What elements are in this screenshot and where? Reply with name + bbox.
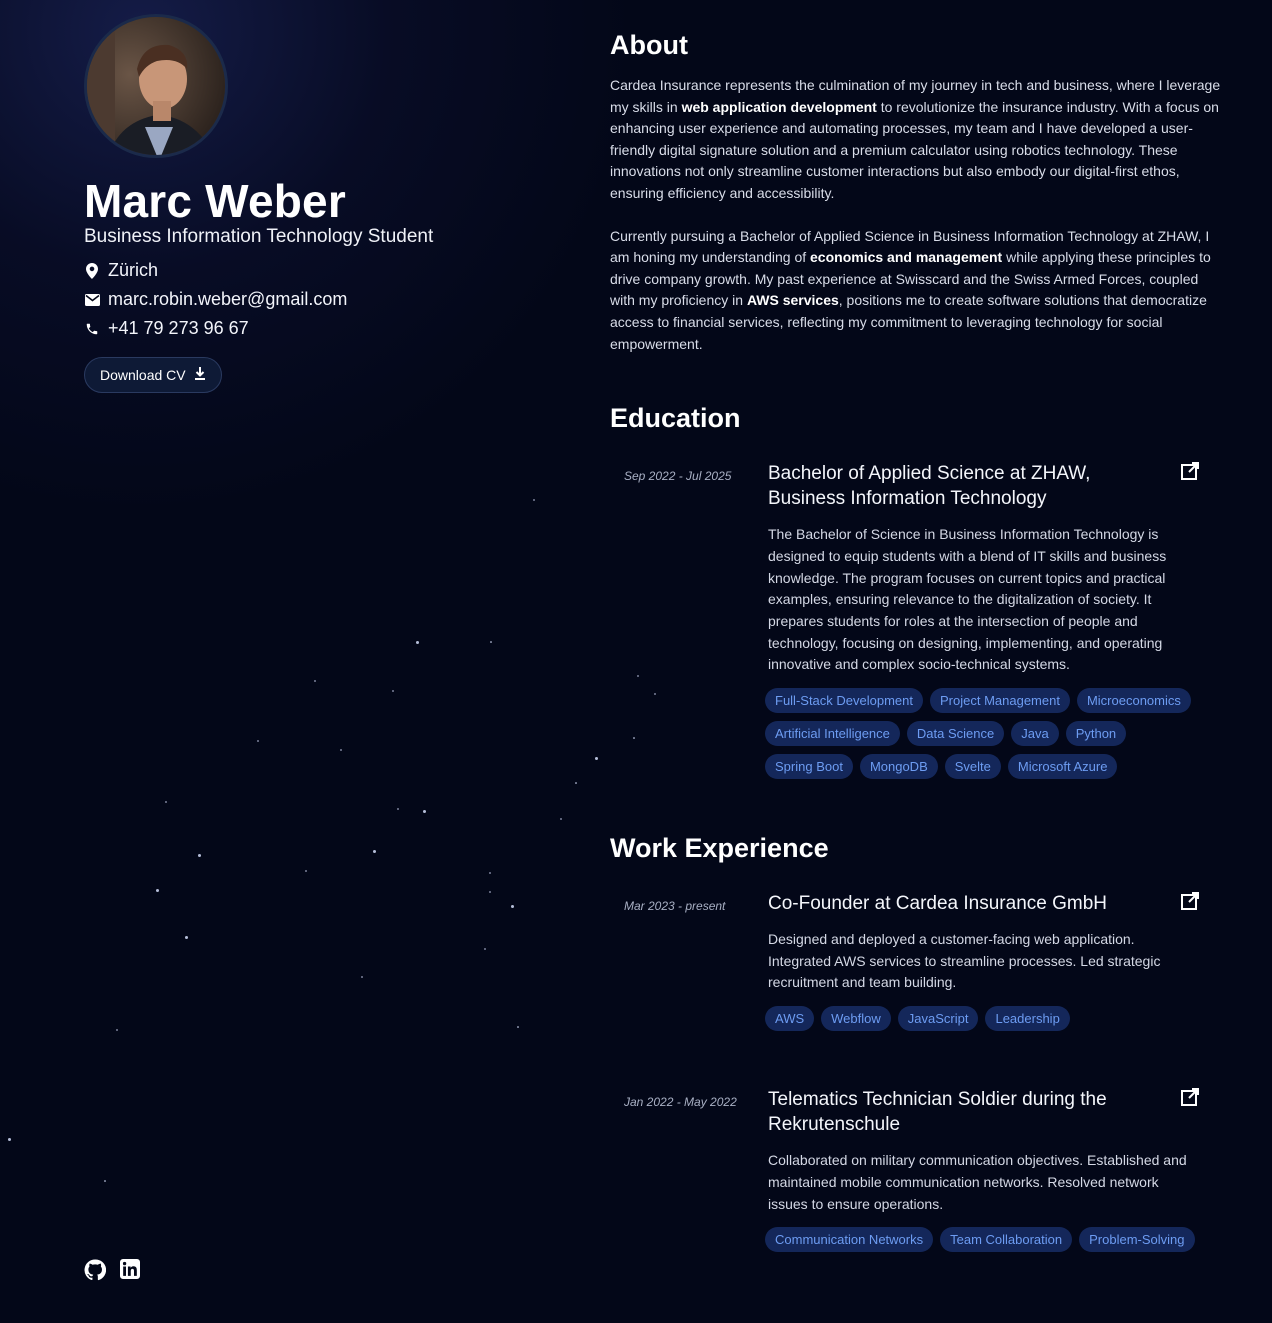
content-panel: About Cardea Insurance represents the cu… <box>610 28 1222 1253</box>
about-highlight: web application development <box>681 98 877 115</box>
tag: Problem-Solving <box>1079 1227 1195 1253</box>
tag: Microsoft Azure <box>1007 754 1118 780</box>
star <box>197 853 201 857</box>
work-section: Work Experience Mar 2023 - present Co-Fou… <box>610 831 1222 1253</box>
avatar <box>84 14 228 158</box>
about-paragraph-1: Cardea Insurance represents the culminat… <box>610 75 1222 205</box>
about-heading: About <box>610 30 688 60</box>
tag: Artificial Intelligence <box>765 721 900 747</box>
star <box>305 870 307 872</box>
profile-panel: Marc Weber Business Information Technolo… <box>84 14 544 393</box>
entry-date: Sep 2022 - Jul 2025 <box>624 469 732 484</box>
tag: Python <box>1065 721 1127 747</box>
work-heading: Work Experience <box>610 833 829 864</box>
contact-phone[interactable]: +41 79 273 96 67 <box>84 314 544 343</box>
tag-list: Full-Stack Development Project Management… <box>765 688 1205 780</box>
tag: AWS <box>765 1006 815 1032</box>
about-highlight: economics and management <box>810 249 1003 266</box>
tag: Team Collaboration <box>940 1227 1073 1253</box>
entry-description: Collaborated on military communication o… <box>768 1152 1187 1212</box>
star <box>490 641 492 643</box>
star <box>422 809 426 813</box>
entry-description: Designed and deployed a customer-facing … <box>768 931 1161 991</box>
star <box>415 640 419 644</box>
tag: Communication Networks <box>765 1227 934 1253</box>
phone-text[interactable]: +41 79 273 96 67 <box>108 318 249 339</box>
tag: Webflow <box>821 1006 891 1032</box>
star <box>7 1137 11 1141</box>
entry-date: Jan 2022 - May 2022 <box>624 1095 737 1110</box>
social-links <box>84 1259 142 1281</box>
about-paragraph-2: Currently pursuing a Bachelor of Applied… <box>610 226 1222 356</box>
star <box>340 749 342 751</box>
download-cv-label: Download CV <box>100 367 186 383</box>
star <box>560 818 562 820</box>
star <box>397 808 399 810</box>
entry-date: Mar 2023 - present <box>624 899 726 914</box>
star <box>361 976 363 978</box>
star <box>165 801 167 803</box>
star <box>510 904 514 908</box>
star <box>155 888 159 892</box>
download-icon <box>194 366 206 384</box>
download-cv-button[interactable]: Download CV <box>84 357 222 393</box>
star <box>116 1029 118 1031</box>
contact-location: Zürich <box>84 256 544 285</box>
tag: Leadership <box>985 1006 1070 1032</box>
star <box>575 782 577 784</box>
star <box>184 935 188 939</box>
about-highlight: AWS services <box>746 292 839 309</box>
entry-body: Telematics Technician Soldier during the… <box>765 1087 1200 1253</box>
map-pin-icon <box>84 262 100 279</box>
tag: Java <box>1011 721 1059 747</box>
contact-list: Zürich marc.robin.weber@gmail.com +41 79… <box>84 256 544 343</box>
location-text: Zürich <box>108 260 159 280</box>
avatar-photo <box>87 17 225 155</box>
external-link-icon[interactable] <box>1180 891 1200 911</box>
linkedin-icon[interactable] <box>120 1259 142 1281</box>
about-section: About Cardea Insurance represents the cu… <box>610 28 1222 355</box>
profile-subtitle: Business Information Technology Student <box>84 226 434 247</box>
external-link-icon[interactable] <box>1180 461 1200 481</box>
tag: Full-Stack Development <box>765 688 923 714</box>
entry-title[interactable]: Bachelor of Applied Science at ZHAW, Bus… <box>768 461 1168 511</box>
work-entry: Mar 2023 - present Co-Founder at Cardea I… <box>610 891 1222 1032</box>
star <box>533 499 535 501</box>
star <box>314 680 316 682</box>
tag-list: AWS Webflow JavaScript Leadership <box>765 1006 1205 1032</box>
star <box>484 948 486 950</box>
entry-title[interactable]: Telematics Technician Soldier during the… <box>768 1087 1168 1137</box>
education-section: Education Sep 2022 - Jul 2025 Bachelor of… <box>610 401 1222 780</box>
profile-name: Marc Weber <box>84 175 346 227</box>
star <box>104 1180 106 1182</box>
education-entry: Sep 2022 - Jul 2025 Bachelor of Applied S… <box>610 461 1222 780</box>
star <box>392 690 394 692</box>
star <box>489 891 491 893</box>
entry-body: Co-Founder at Cardea Insurance GmbH Desig… <box>765 891 1200 1032</box>
work-entry: Jan 2022 - May 2022 Telematics Technician… <box>610 1087 1222 1253</box>
entry-description: The Bachelor of Science in Business Info… <box>768 526 1167 673</box>
star <box>489 872 491 874</box>
github-icon[interactable] <box>84 1259 106 1281</box>
tag-list: Communication Networks Team Collaboration… <box>765 1227 1205 1253</box>
contact-email[interactable]: marc.robin.weber@gmail.com <box>84 285 544 314</box>
external-link-icon[interactable] <box>1180 1087 1200 1107</box>
star <box>372 849 376 853</box>
tag: MongoDB <box>859 754 938 780</box>
tag: Svelte <box>944 754 1001 780</box>
tag: JavaScript <box>897 1006 979 1032</box>
tag: Spring Boot <box>765 754 853 780</box>
email-text[interactable]: marc.robin.weber@gmail.com <box>108 289 347 310</box>
phone-icon <box>84 321 100 337</box>
entry-title[interactable]: Co-Founder at Cardea Insurance GmbH <box>768 891 1168 916</box>
tag: Project Management <box>930 688 1070 714</box>
tag: Microeconomics <box>1076 688 1191 714</box>
star <box>517 1026 519 1028</box>
tag: Data Science <box>906 721 1005 747</box>
star <box>594 756 598 760</box>
entry-body: Bachelor of Applied Science at ZHAW, Bus… <box>765 461 1200 780</box>
education-heading: Education <box>610 403 741 434</box>
mail-icon <box>84 292 100 308</box>
star <box>257 740 259 742</box>
